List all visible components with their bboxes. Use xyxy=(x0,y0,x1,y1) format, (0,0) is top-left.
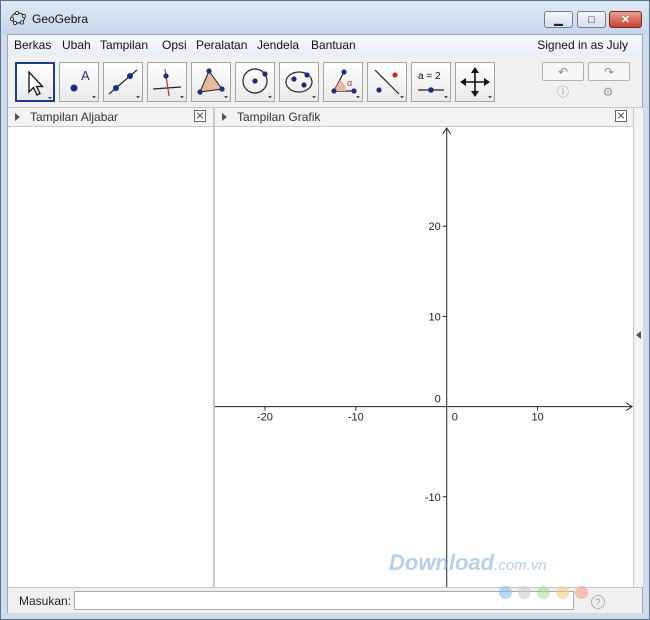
app-content: Berkas Ubah Tampilan Opsi Peralatan Jend… xyxy=(7,34,643,613)
line-through-two-points-icon xyxy=(108,69,140,99)
ellipse-icon xyxy=(285,71,316,99)
close-algebra-view-icon[interactable] xyxy=(194,110,206,122)
point-icon: A xyxy=(70,68,96,99)
angle-icon: α xyxy=(331,69,360,99)
watermark-dot xyxy=(575,586,588,599)
download-watermark: Download.com.vn xyxy=(389,550,547,576)
line-tool-button[interactable] xyxy=(103,62,143,102)
circle-tool-button[interactable] xyxy=(235,62,275,102)
menu-bantuan[interactable]: Bantuan xyxy=(311,38,356,52)
graphics-view[interactable]: -20 -10 0 10 20 10 0 -10 xyxy=(215,127,633,587)
algebra-view[interactable] xyxy=(8,127,213,587)
x-tick-label: 10 xyxy=(531,412,543,424)
window-title: GeoGebra xyxy=(32,12,89,26)
coordinate-plane: -20 -10 0 10 20 10 0 -10 xyxy=(215,127,633,587)
expand-graphics-icon[interactable] xyxy=(222,113,227,121)
menu-jendela[interactable]: Jendela xyxy=(257,38,299,52)
perpendicular-line-icon xyxy=(152,68,184,99)
graphics-view-header: Tampilan Grafik xyxy=(215,108,633,127)
close-button[interactable]: ✕ xyxy=(609,11,642,28)
move-graphics-view-button[interactable] xyxy=(455,62,495,102)
slider-tool-button[interactable]: a = 2 xyxy=(411,62,451,102)
y-tick-label: 0 xyxy=(435,394,441,406)
minimize-button[interactable]: ▁ xyxy=(544,11,573,28)
geogebra-window: GeoGebra ▁ □ ✕ Berkas Ubah Tampilan Opsi… xyxy=(0,0,650,620)
x-tick-label: 0 xyxy=(452,412,458,424)
title-bar[interactable]: GeoGebra ▁ □ ✕ xyxy=(1,1,649,34)
graphics-view-title: Tampilan Grafik xyxy=(237,110,321,124)
geogebra-logo-icon xyxy=(10,11,26,25)
menu-ubah[interactable]: Ubah xyxy=(62,38,91,52)
angle-tool-button[interactable]: α xyxy=(323,62,363,102)
reflect-tool-button[interactable] xyxy=(367,62,407,102)
maximize-icon: □ xyxy=(588,13,595,26)
menu-opsi[interactable]: Opsi xyxy=(162,38,187,52)
y-tick-label: 10 xyxy=(428,311,440,323)
reflect-about-line-icon xyxy=(374,69,404,99)
point-tool-button[interactable]: A xyxy=(59,62,99,102)
polygon-tool-button[interactable] xyxy=(191,62,231,102)
move-tool-button[interactable] xyxy=(15,62,55,102)
algebra-view-title: Tampilan Aljabar xyxy=(30,110,119,124)
y-tick-group: 20 10 0 -10 xyxy=(425,221,447,504)
watermark-suffix: .com.vn xyxy=(494,557,547,574)
menu-tampilan[interactable]: Tampilan xyxy=(100,38,148,52)
menu-berkas[interactable]: Berkas xyxy=(14,38,51,52)
redo-button[interactable]: ↷ xyxy=(588,62,630,81)
expand-algebra-icon[interactable] xyxy=(15,113,20,121)
y-tick-label: -10 xyxy=(425,492,441,504)
move-arrow-icon xyxy=(28,70,52,100)
x-tick-label: -10 xyxy=(348,412,364,424)
x-tick-label: -20 xyxy=(257,412,273,424)
watermark-dot xyxy=(518,586,531,599)
collapse-arrow-icon xyxy=(636,331,641,339)
watermark-dots xyxy=(499,586,594,602)
side-panel-toggle[interactable] xyxy=(633,108,643,587)
gear-icon[interactable]: ⚙ xyxy=(601,85,615,99)
x-tick-group: -20 -10 0 10 xyxy=(257,406,544,424)
toolbar: A α a = 2 ↶ ↷ ⓘ ⚙ xyxy=(8,55,642,108)
close-icon: ✕ xyxy=(620,14,631,26)
polygon-icon xyxy=(197,68,228,99)
watermark-dot xyxy=(499,586,512,599)
perpendicular-tool-button[interactable] xyxy=(147,62,187,102)
ellipse-tool-button[interactable] xyxy=(279,62,319,102)
undo-icon: ↶ xyxy=(557,64,569,79)
close-graphics-view-icon[interactable] xyxy=(615,110,627,122)
menu-peralatan[interactable]: Peralatan xyxy=(196,38,247,52)
watermark-dot xyxy=(537,586,550,599)
circle-center-point-icon xyxy=(242,68,272,99)
signed-in-status[interactable]: Signed in as July xyxy=(537,38,628,52)
redo-icon: ↷ xyxy=(603,64,615,79)
algebra-view-header: Tampilan Aljabar xyxy=(8,108,213,127)
menu-bar: Berkas Ubah Tampilan Opsi Peralatan Jend… xyxy=(8,35,642,55)
slider-glyph: a = 2 xyxy=(418,71,441,82)
watermark-text: Download xyxy=(389,550,495,575)
maximize-button[interactable]: □ xyxy=(577,11,606,28)
y-tick-label: 20 xyxy=(428,221,440,233)
watermark-dot xyxy=(556,586,569,599)
slider-icon: a = 2 xyxy=(418,71,448,99)
minimize-icon: ▁ xyxy=(554,14,563,26)
help-icon[interactable]: ⓘ xyxy=(556,85,570,99)
undo-button[interactable]: ↶ xyxy=(542,62,584,81)
move-graphics-view-icon xyxy=(460,67,492,99)
point-label-glyph: A xyxy=(81,68,90,83)
angle-alpha-glyph: α xyxy=(347,78,352,88)
input-label: Masukan: xyxy=(19,594,72,608)
